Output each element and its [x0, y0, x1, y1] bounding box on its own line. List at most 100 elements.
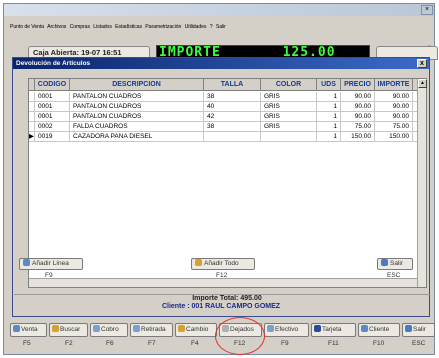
retirada-label: Retirada	[141, 326, 166, 333]
key-cliente: F10	[373, 340, 385, 347]
cell-codigo: 0001	[35, 112, 70, 122]
add-line-key: F9	[45, 272, 53, 279]
cell-talla: 40	[204, 102, 261, 112]
cell-codigo: 0002	[35, 122, 70, 132]
menu-compras[interactable]: Compras	[70, 24, 90, 30]
cell-uds: 1	[317, 122, 341, 132]
cell-precio: 90.00	[341, 92, 375, 102]
cell-talla	[204, 132, 261, 142]
add-all-icon	[195, 259, 202, 266]
cell-talla: 38	[204, 122, 261, 132]
card-icon	[314, 325, 321, 332]
grid-horizontal-scrollbar[interactable]	[29, 278, 417, 287]
cell-importe: 90.00	[375, 92, 413, 102]
col-precio[interactable]: PRECIO	[341, 79, 375, 91]
payment-icon	[93, 325, 100, 332]
cell-color: GRIS	[261, 92, 317, 102]
add-all-key: F12	[216, 272, 228, 279]
cell-uds: 1	[317, 112, 341, 122]
menu-listados[interactable]: Listados	[93, 24, 112, 30]
cliente-button[interactable]: Cliente	[358, 323, 400, 337]
efectivo-label: Efectivo	[275, 326, 299, 333]
tarjeta-label: Tarjeta	[322, 326, 342, 333]
col-talla[interactable]: TALLA	[204, 79, 261, 91]
venta-label: Venta	[21, 326, 38, 333]
table-row[interactable]: 0001 PANTALON CUADROS 40 GRIS 1 90.00 90…	[29, 102, 426, 112]
table-row-selected[interactable]: ▶ 0019 CAZADORA PANA DIESEL 1 150.00 150…	[29, 132, 426, 142]
menu-help[interactable]: ?	[210, 24, 213, 30]
cell-color: GRIS	[261, 122, 317, 132]
menu-utilidades[interactable]: Utilidades	[185, 24, 207, 30]
devolucion-dialog: Devolución de Artículos x CODIGO DESCRIP…	[12, 57, 430, 317]
key-cobro: F6	[106, 340, 114, 347]
cash-icon	[267, 325, 274, 332]
cell-importe: 90.00	[375, 112, 413, 122]
cell-color	[261, 132, 317, 142]
cobro-button[interactable]: Cobro	[90, 323, 128, 337]
dialog-close-icon[interactable]: x	[417, 59, 427, 68]
menu-salir[interactable]: Salir	[216, 24, 226, 30]
cell-descripcion: CAZADORA PANA DIESEL	[70, 132, 204, 142]
menu-archivos[interactable]: Archivos	[47, 24, 66, 30]
tarjeta-button[interactable]: Tarjeta	[311, 323, 356, 337]
add-all-button[interactable]: Añadir Todo	[191, 258, 255, 270]
highlight-annotation-circle	[215, 317, 265, 355]
main-horizontal-scrollbar[interactable]	[14, 294, 430, 300]
menu-parametrizacion[interactable]: Parametrización	[145, 24, 181, 30]
cliente-info: Cliente : 001 RAUL CAMPO GOMEZ	[161, 303, 281, 310]
cell-codigo: 0001	[35, 102, 70, 112]
retirada-button[interactable]: Retirada	[130, 323, 173, 337]
buscar-label: Buscar	[60, 326, 81, 333]
cell-uds: 1	[317, 132, 341, 142]
cobro-label: Cobro	[101, 326, 119, 333]
menu-estadisticas[interactable]: Estadísticas	[115, 24, 142, 30]
cell-uds: 1	[317, 92, 341, 102]
search-icon	[52, 325, 59, 332]
menu-bar: Punto de Venta Archivos Compras Listados…	[10, 24, 228, 34]
cliente-label: Cliente	[369, 326, 390, 333]
window-titlebar: ×	[4, 4, 434, 16]
table-row[interactable]: 0001 PANTALON CUADROS 38 GRIS 1 90.00 90…	[29, 92, 426, 102]
cell-precio: 90.00	[341, 112, 375, 122]
exit-label: Salir	[390, 260, 404, 267]
scroll-up-icon[interactable]: ▲	[418, 79, 427, 88]
menu-punto-de-venta[interactable]: Punto de Venta	[10, 24, 44, 30]
efectivo-button[interactable]: Efectivo	[264, 323, 309, 337]
cell-importe: 75.00	[375, 122, 413, 132]
cell-uds: 1	[317, 102, 341, 112]
key-tarjeta: F11	[328, 340, 339, 347]
col-color[interactable]: COLOR	[261, 79, 317, 91]
col-codigo[interactable]: CODIGO	[35, 79, 70, 91]
exit-icon	[405, 325, 412, 332]
cell-codigo: 0019	[35, 132, 70, 142]
key-salir: ESC	[412, 340, 426, 347]
col-descripcion[interactable]: DESCRIPCION	[70, 79, 204, 91]
window-close-icon[interactable]: ×	[421, 5, 433, 15]
cell-descripcion: FALDA CUADROS	[70, 122, 204, 132]
cambio-label: Cambio	[186, 326, 209, 333]
salir-button[interactable]: Salir	[402, 323, 435, 337]
col-uds[interactable]: UDS	[317, 79, 341, 91]
table-row[interactable]: 0002 FALDA CUADROS 38 GRIS 1 75.00 75.00	[29, 122, 426, 132]
customer-icon	[361, 325, 368, 332]
cambio-button[interactable]: Cambio	[175, 323, 217, 337]
table-row[interactable]: 0001 PANTALON CUADROS 42 GRIS 1 90.00 90…	[29, 112, 426, 122]
buscar-button[interactable]: Buscar	[49, 323, 88, 337]
col-importe[interactable]: IMPORTE	[375, 79, 413, 91]
cell-importe: 90.00	[375, 102, 413, 112]
exchange-icon	[178, 325, 185, 332]
cell-precio: 75.00	[341, 122, 375, 132]
key-buscar: F2	[65, 340, 73, 347]
key-efectivo: F9	[281, 340, 289, 347]
key-cambio: F4	[191, 340, 199, 347]
grid-vertical-scrollbar[interactable]: ▲	[417, 79, 427, 287]
cell-talla: 42	[204, 112, 261, 122]
articles-grid: CODIGO DESCRIPCION TALLA COLOR UDS PRECI…	[28, 78, 427, 288]
venta-button[interactable]: Venta	[10, 323, 47, 337]
key-retirada: F7	[148, 340, 156, 347]
exit-button[interactable]: Salir	[377, 258, 413, 270]
add-line-button[interactable]: Añadir Línea	[19, 258, 83, 270]
cell-importe: 150.00	[375, 132, 413, 142]
cell-precio: 150.00	[341, 132, 375, 142]
cell-codigo: 0001	[35, 92, 70, 102]
